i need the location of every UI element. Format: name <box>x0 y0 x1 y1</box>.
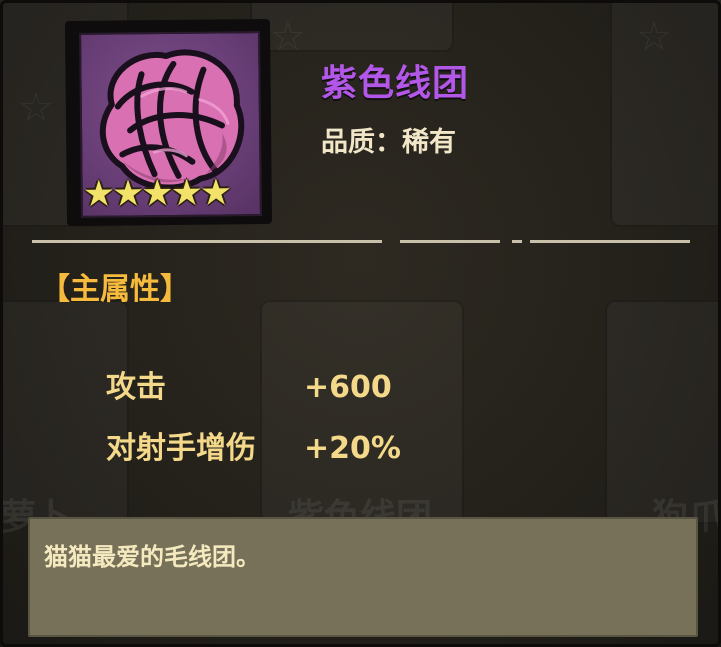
quality-value: 稀有 <box>402 127 456 158</box>
background-star-icon: ☆ <box>270 14 306 60</box>
star-icon: ★ <box>170 172 204 214</box>
background-star-icon: ☆ <box>18 85 54 131</box>
item-description: 猫猫最爱的毛线团。 <box>44 543 260 571</box>
stat-row-archer-damage: 对射手增伤 +20% <box>106 423 401 467</box>
stat-value: +20% <box>304 431 401 466</box>
star-icon: ★ <box>141 172 174 215</box>
stat-value: +600 <box>304 370 392 405</box>
stat-row-attack: 攻击 +600 <box>106 362 392 406</box>
divider <box>400 240 500 243</box>
rarity-stars: ★ ★ ★ ★ ★ <box>82 172 233 215</box>
description-panel: 猫猫最爱的毛线团。 <box>28 517 698 637</box>
main-attributes-title: 【主属性】 <box>40 272 190 307</box>
divider <box>32 240 382 243</box>
stat-name: 攻击 <box>106 370 166 405</box>
item-icon-frame: ★ ★ ★ ★ ★ <box>64 18 273 227</box>
star-icon: ★ <box>82 173 116 215</box>
item-tooltip-screen: ☆ ☆ ☆ 萝卜 紫色线团 狗爪 <box>0 0 721 647</box>
item-name: 紫色线团 <box>321 63 470 104</box>
star-icon: ★ <box>199 172 233 214</box>
star-icon: ★ <box>111 173 145 215</box>
quality-label: 品质： <box>321 127 402 158</box>
item-quality: 品质：稀有 <box>321 120 456 159</box>
background-star-icon: ☆ <box>636 14 672 60</box>
divider <box>512 240 522 243</box>
stat-name: 对射手增伤 <box>106 431 256 466</box>
divider <box>530 240 690 243</box>
